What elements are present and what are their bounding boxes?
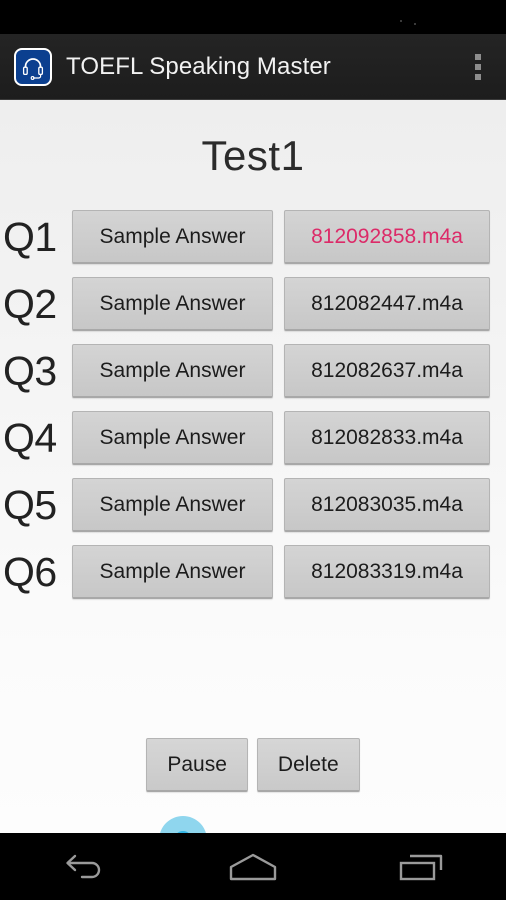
overflow-dot [475, 54, 481, 60]
overflow-dot [475, 64, 481, 70]
question-row: Q6 Sample Answer 812083319.m4a [0, 545, 506, 612]
sample-answer-button[interactable]: Sample Answer [72, 277, 273, 331]
home-icon[interactable] [169, 833, 338, 900]
overflow-menu-icon[interactable] [450, 34, 506, 100]
question-label: Q5 [3, 482, 57, 528]
app-title: TOEFL Speaking Master [66, 52, 331, 80]
back-icon[interactable] [0, 833, 169, 900]
question-row: Q5 Sample Answer 812083035.m4a [0, 478, 506, 545]
transport-controls: Pause Delete [0, 738, 506, 792]
delete-button[interactable]: Delete [256, 738, 360, 792]
recording-file-button[interactable]: 812083319.m4a [284, 545, 490, 599]
action-bar: TOEFL Speaking Master [0, 34, 506, 100]
recording-file-button[interactable]: 812082833.m4a [284, 411, 490, 465]
question-list: Q1 Sample Answer 812092858.m4a Q2 Sample Ans… [0, 210, 506, 612]
sample-answer-button[interactable]: Sample Answer [72, 210, 273, 264]
question-row: Q2 Sample Answer 812082447.m4a [0, 277, 506, 344]
question-label: Q3 [3, 348, 57, 394]
phone-screen: TOEFL Speaking Master Test1 Q1 Sample Ans… [0, 0, 506, 900]
recording-file-button[interactable]: 812092858.m4a [284, 210, 490, 264]
question-label: Q4 [3, 415, 57, 461]
sample-answer-button[interactable]: Sample Answer [72, 545, 273, 599]
question-label: Q2 [3, 281, 57, 327]
android-navigation-bar [0, 833, 506, 900]
status-indicator-dot [414, 23, 416, 25]
question-label: Q6 [3, 549, 57, 595]
recording-file-button[interactable]: 812082447.m4a [284, 277, 490, 331]
headset-icon [14, 47, 52, 86]
sample-answer-button[interactable]: Sample Answer [72, 411, 273, 465]
sample-answer-button[interactable]: Sample Answer [72, 478, 273, 532]
pause-button[interactable]: Pause [146, 738, 248, 792]
status-bar [0, 0, 506, 34]
recording-file-button[interactable]: 812082637.m4a [284, 344, 490, 398]
status-indicator-dot [400, 20, 402, 22]
overflow-dot [475, 74, 481, 80]
question-row: Q1 Sample Answer 812092858.m4a [0, 210, 506, 277]
page-title: Test1 [201, 132, 305, 179]
recents-icon[interactable] [337, 833, 506, 900]
question-row: Q4 Sample Answer 812082833.m4a [0, 411, 506, 478]
recording-file-button[interactable]: 812083035.m4a [284, 478, 490, 532]
sample-answer-button[interactable]: Sample Answer [72, 344, 273, 398]
main-content: Test1 Q1 Sample Answer 812092858.m4a Q2 Samp… [0, 100, 506, 864]
question-row: Q3 Sample Answer 812082637.m4a [0, 344, 506, 411]
question-label: Q1 [3, 214, 57, 260]
